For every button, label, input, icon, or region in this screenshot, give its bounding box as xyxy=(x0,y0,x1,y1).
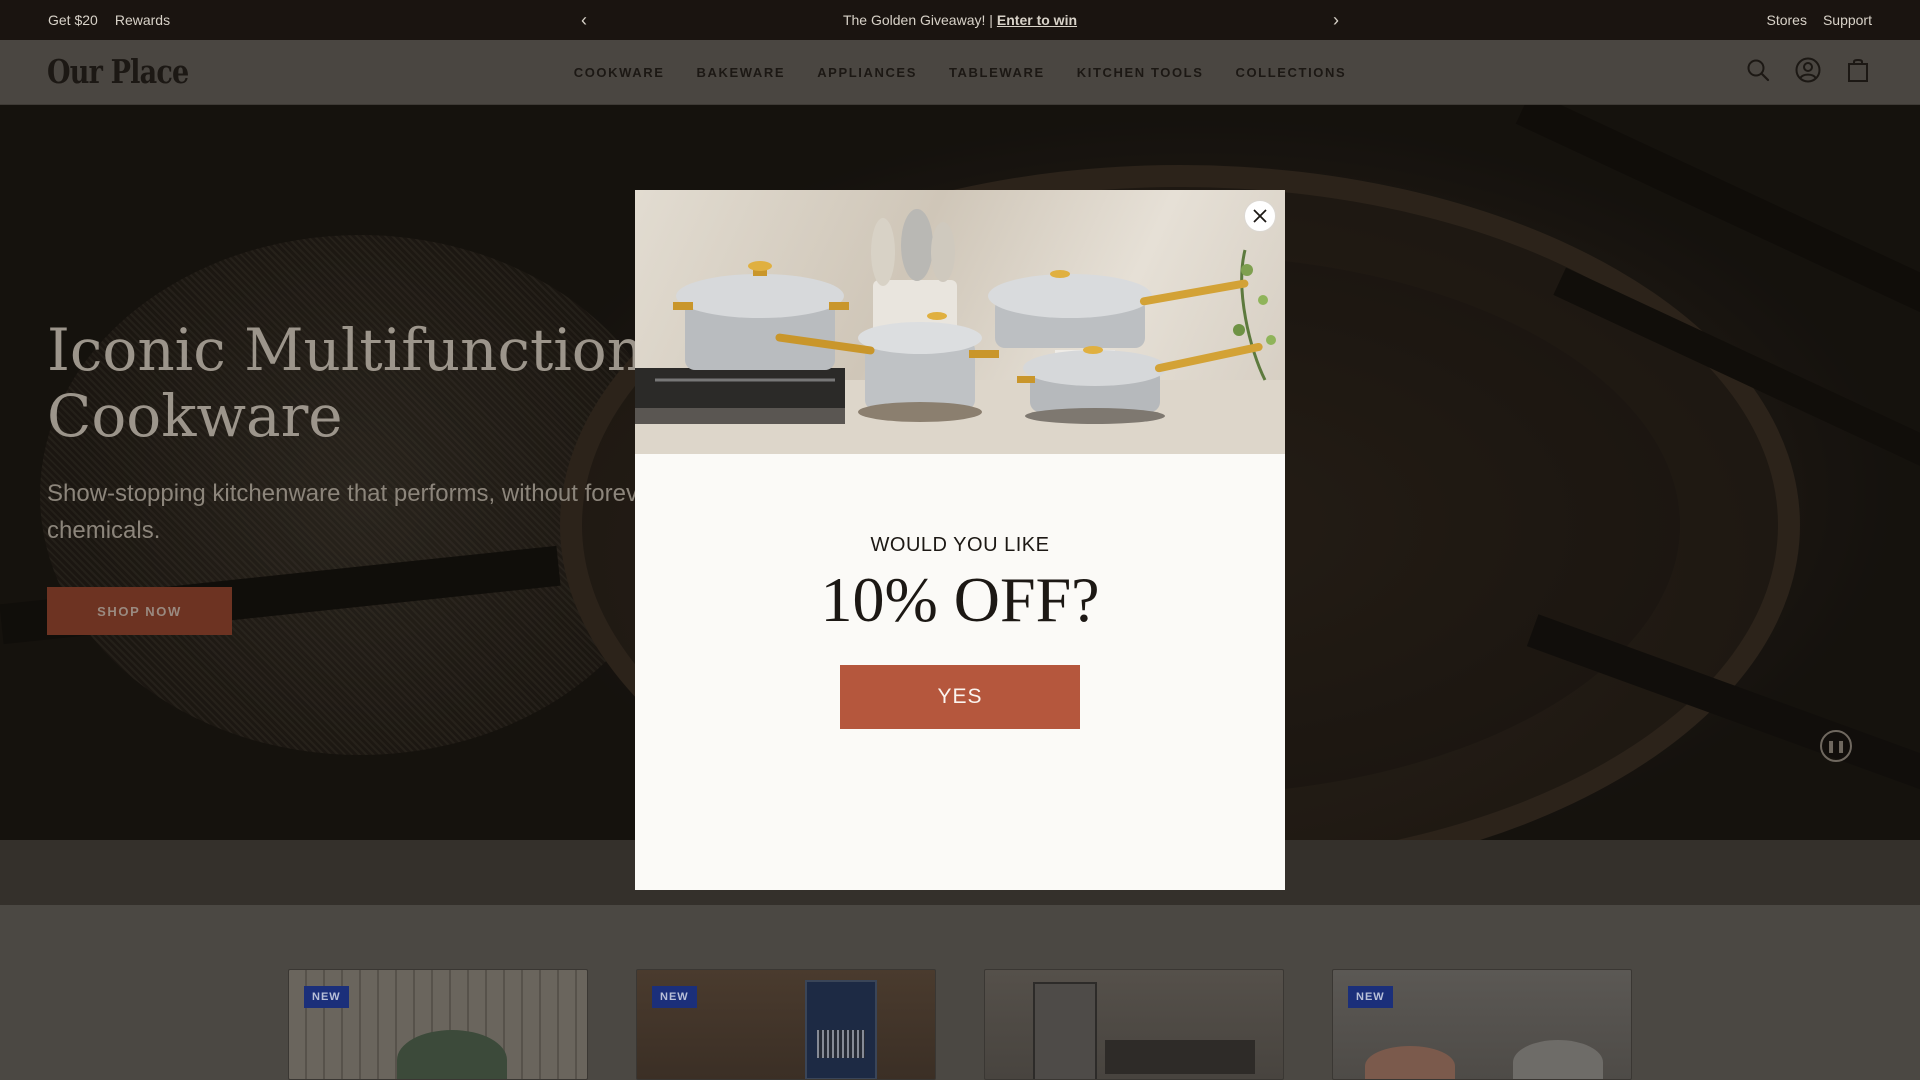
announcement-bar: Get $20 Rewards ‹ The Golden Giveaway! |… xyxy=(0,0,1920,40)
announcement-promo: The Golden Giveaway! | Enter to win xyxy=(0,0,1920,40)
cookware-illustration xyxy=(635,209,1285,454)
stores-link[interactable]: Stores xyxy=(1766,12,1806,28)
modal-close-button[interactable] xyxy=(1244,200,1276,232)
support-link[interactable]: Support xyxy=(1823,12,1872,28)
modal-hero-image xyxy=(635,190,1285,454)
enter-to-win-link[interactable]: Enter to win xyxy=(997,12,1077,28)
modal-offer-title: 10% OFF? xyxy=(820,564,1100,635)
yes-button[interactable]: YES xyxy=(840,665,1080,729)
promo-text: The Golden Giveaway! | xyxy=(842,12,993,28)
modal-kicker-text: WOULD YOU LIKE xyxy=(870,534,1050,556)
announcement-next-arrow-icon[interactable]: › xyxy=(1324,8,1348,32)
discount-modal: WOULD YOU LIKE 10% OFF? YES xyxy=(635,190,1285,890)
close-icon xyxy=(1253,209,1267,223)
announcement-right-links: Stores Support xyxy=(1766,0,1872,40)
